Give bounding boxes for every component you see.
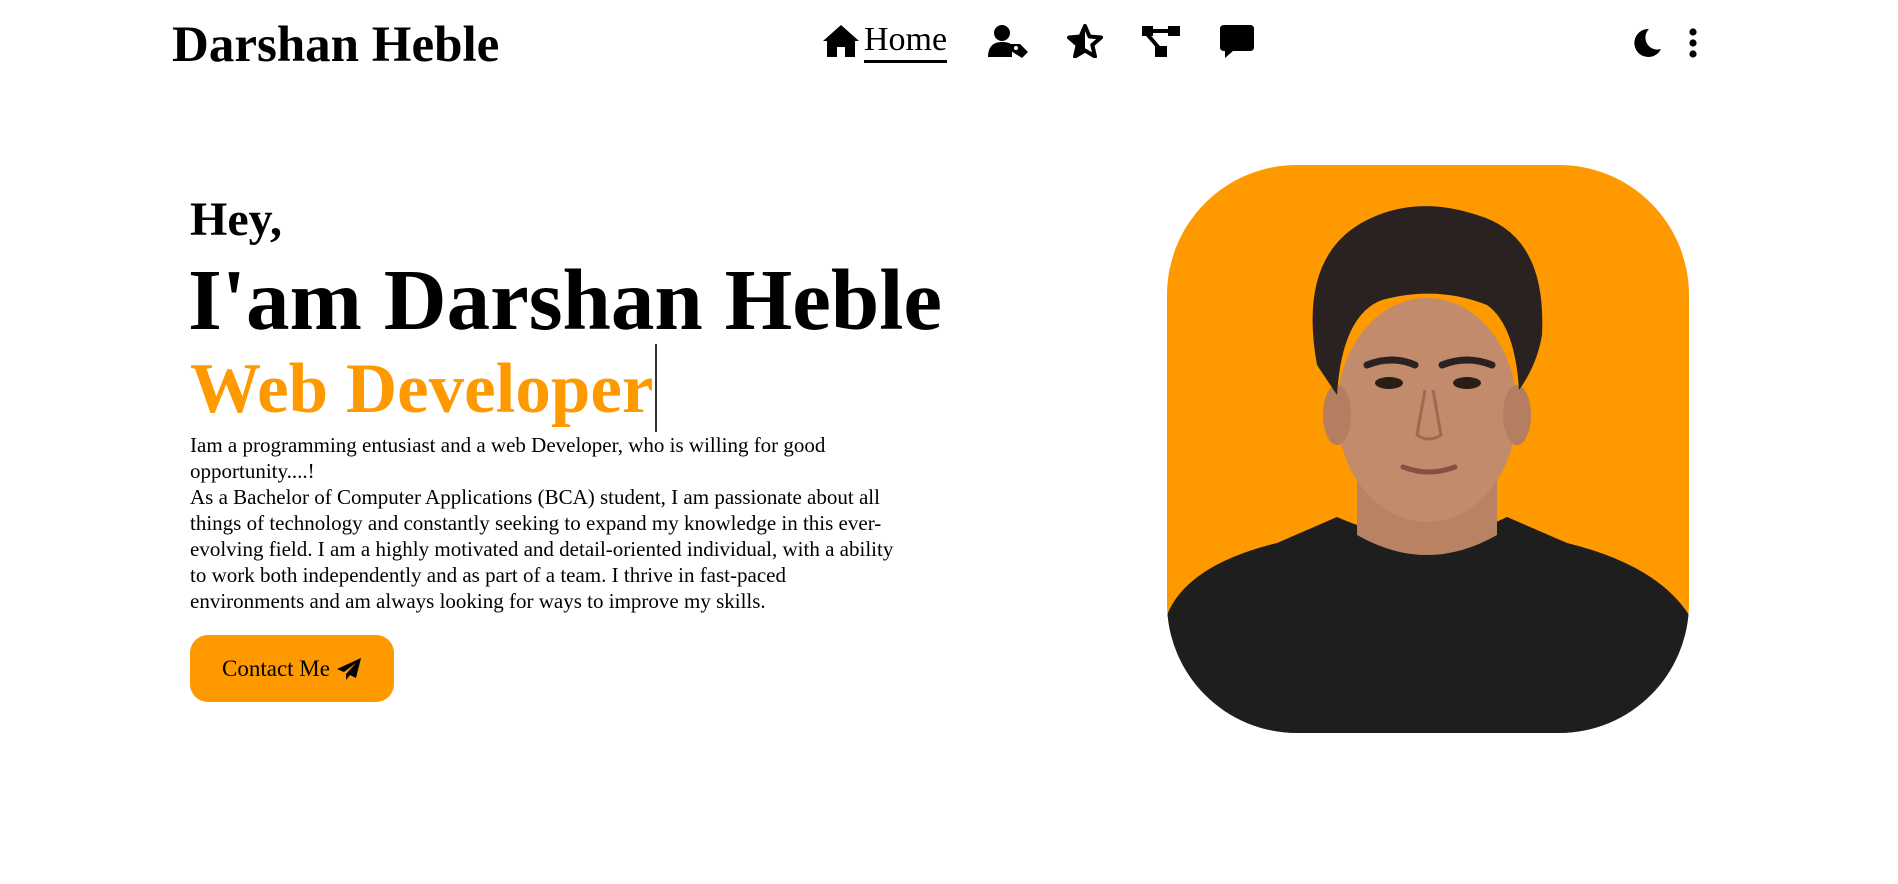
profile-photo (1167, 165, 1689, 733)
user-tag-icon (987, 24, 1029, 58)
bio-line: things of technology and constantly seek… (190, 511, 882, 535)
nav-skills[interactable] (1067, 24, 1104, 58)
nav-about[interactable] (987, 24, 1029, 58)
message-icon (1219, 24, 1255, 60)
nav-projects[interactable] (1141, 24, 1181, 58)
diagram-icon (1141, 24, 1181, 58)
contact-me-button[interactable]: Contact Me (190, 635, 394, 702)
typed-role-text: Web Developer (190, 350, 654, 428)
nav-home-label: Home (864, 20, 948, 63)
bio-line: Iam a programming entusiast and a web De… (190, 433, 826, 457)
hero-bio: Iam a programming entusiast and a web De… (190, 432, 980, 614)
bio-line: environments and am always looking for w… (190, 589, 766, 613)
site-brand[interactable]: Darshan Heble (172, 14, 499, 76)
typing-cursor (655, 344, 658, 432)
star-icon (1067, 24, 1104, 58)
nav-home[interactable]: Home (822, 20, 948, 63)
nav-contact[interactable] (1219, 24, 1255, 60)
hero-headline: I'am Darshan Heble (188, 251, 943, 348)
bio-line: opportunity....! (190, 459, 315, 483)
contact-button-label: Contact Me (222, 655, 330, 681)
bio-line: evolving field. I am a highly motivated … (190, 537, 894, 561)
header-actions (1632, 28, 1698, 58)
paper-plane-icon (336, 657, 362, 681)
bio-line: to work both independently and as part o… (190, 563, 786, 587)
moon-icon[interactable] (1632, 28, 1662, 58)
hero-greeting: Hey, (190, 193, 282, 246)
hero-role: Web Developer (190, 344, 658, 432)
vertical-ellipsis-icon[interactable] (1688, 28, 1698, 58)
main-nav: Home (822, 20, 1255, 68)
bio-line: As a Bachelor of Computer Applications (… (190, 485, 880, 509)
house-icon (822, 24, 860, 58)
